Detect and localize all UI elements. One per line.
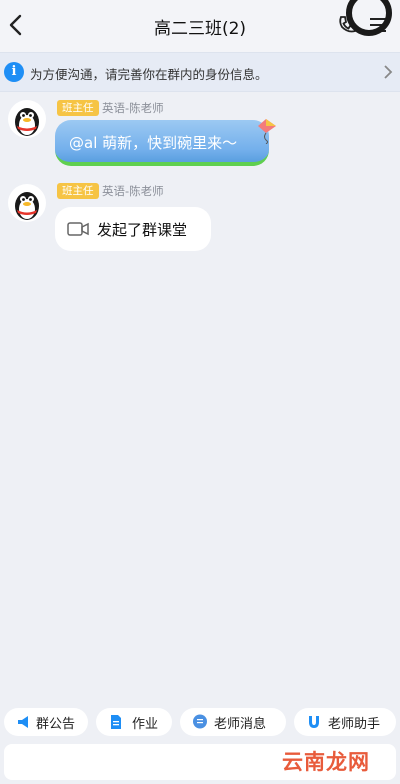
- chip-label: 老师消息: [214, 717, 267, 732]
- identity-notice-banner[interactable]: i 为方便沟通，请完善你在群内的身份信息。: [0, 52, 400, 92]
- watermark-logo: 云南龙网: [282, 750, 370, 774]
- avatar[interactable]: [8, 100, 46, 138]
- notice-text: 为方便沟通，请完善你在群内的身份信息。: [30, 67, 268, 82]
- megaphone-icon: [18, 716, 28, 728]
- message-text: @al 萌新，快到碗里来～: [69, 134, 238, 152]
- sender-name[interactable]: 英语-陈老师: [102, 100, 164, 116]
- group-notice-button[interactable]: 群公告: [4, 708, 88, 736]
- chip-label: 老师助手: [328, 717, 381, 732]
- document-icon: [111, 715, 121, 729]
- group-class-bubble[interactable]: 发起了群课堂: [55, 207, 211, 251]
- teacher-assistant-button[interactable]: 老师助手: [294, 708, 396, 736]
- message-bubble[interactable]: @al 萌新，快到碗里来～: [55, 120, 269, 166]
- penguin-avatar-icon: [15, 192, 39, 220]
- chevron-right-icon[interactable]: [382, 64, 394, 80]
- penguin-avatar-icon: [15, 108, 39, 136]
- chip-label: 作业: [132, 717, 159, 732]
- chat-icon: [193, 714, 207, 729]
- homework-button[interactable]: 作业: [96, 708, 172, 736]
- chip-label: 群公告: [36, 717, 76, 732]
- role-badge: 班主任: [57, 183, 99, 199]
- sender-name[interactable]: 英语-陈老师: [102, 183, 164, 199]
- header-bar: 高二三班(2): [0, 0, 400, 52]
- quick-action-bar: 群公告 作业 老师消息 老师助手: [0, 700, 400, 744]
- avatar[interactable]: [8, 184, 46, 222]
- info-icon: i: [4, 62, 24, 82]
- role-badge: 班主任: [57, 100, 99, 116]
- video-camera-icon: [67, 222, 89, 236]
- message-text: 发起了群课堂: [97, 221, 188, 239]
- magnet-icon: [309, 716, 319, 728]
- kite-decoration-icon: [258, 119, 276, 144]
- teacher-messages-button[interactable]: 老师消息: [180, 708, 286, 736]
